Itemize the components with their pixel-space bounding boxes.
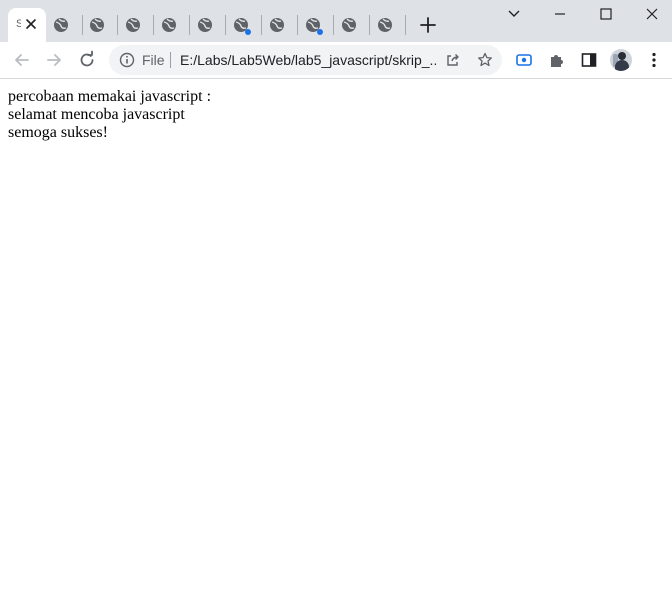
menu-kebab-icon[interactable]	[645, 51, 663, 69]
content-line: selamat mencoba javascript	[8, 106, 185, 123]
tab-separator	[189, 15, 190, 35]
tab-active[interactable]: S	[8, 8, 46, 42]
tab-globe-icon[interactable]	[124, 16, 142, 34]
tab-separator	[333, 15, 334, 35]
tab-globe-icon[interactable]	[160, 16, 178, 34]
tab-globe-icon[interactable]	[340, 16, 358, 34]
tab-globe-icon[interactable]	[52, 16, 70, 34]
tab-separator	[225, 15, 226, 35]
notification-dot	[317, 29, 323, 35]
back-arrow-left-icon[interactable]	[12, 50, 32, 70]
extensions-puzzle-icon[interactable]	[548, 51, 566, 69]
chip-divider	[170, 52, 171, 68]
tab-separator	[117, 15, 118, 35]
tab-separator	[405, 15, 406, 35]
share-icon[interactable]	[445, 52, 461, 68]
tab-close-icon[interactable]	[24, 17, 38, 31]
tab-globe-icon[interactable]	[268, 16, 286, 34]
side-panel-icon[interactable]	[580, 51, 598, 69]
minimize-icon[interactable]	[550, 5, 570, 23]
toolbar: File E:/Labs/Lab5Web/lab5_javascript/skr…	[0, 42, 672, 79]
tab-separator	[82, 15, 83, 35]
address-bar[interactable]: File E:/Labs/Lab5Web/lab5_javascript/skr…	[109, 45, 502, 75]
notification-dot	[245, 29, 251, 35]
tab-separator	[261, 15, 262, 35]
reload-icon[interactable]	[77, 50, 97, 70]
tab-separator	[153, 15, 154, 35]
tab-favicon: S	[16, 18, 21, 30]
tab-globe-icon[interactable]	[376, 16, 394, 34]
avatar-head	[618, 52, 626, 60]
close-window-icon[interactable]	[642, 5, 662, 23]
avatar-body	[615, 60, 629, 71]
tab-search-chevron-down-icon[interactable]	[504, 5, 524, 23]
forward-arrow-right-icon[interactable]	[44, 50, 64, 70]
tab-strip: S	[0, 0, 672, 42]
new-tab-plus-icon[interactable]	[418, 15, 438, 35]
maximize-icon[interactable]	[596, 5, 616, 23]
content-line: semoga sukses!	[8, 124, 108, 141]
profile-avatar[interactable]	[610, 49, 632, 71]
info-icon[interactable]	[119, 52, 135, 68]
page-content: percobaan memakai javascript : selamat m…	[8, 88, 211, 142]
tab-separator	[297, 15, 298, 35]
cast-icon[interactable]	[515, 51, 533, 69]
bookmark-star-icon[interactable]	[477, 52, 493, 68]
security-chip[interactable]: File	[142, 52, 165, 68]
url-text[interactable]: E:/Labs/Lab5Web/lab5_javascript/skrip_..…	[180, 52, 436, 68]
tab-globe-icon[interactable]	[88, 16, 106, 34]
tab-globe-icon[interactable]	[196, 16, 214, 34]
content-line: percobaan memakai javascript :	[8, 88, 212, 105]
tab-separator	[369, 15, 370, 35]
